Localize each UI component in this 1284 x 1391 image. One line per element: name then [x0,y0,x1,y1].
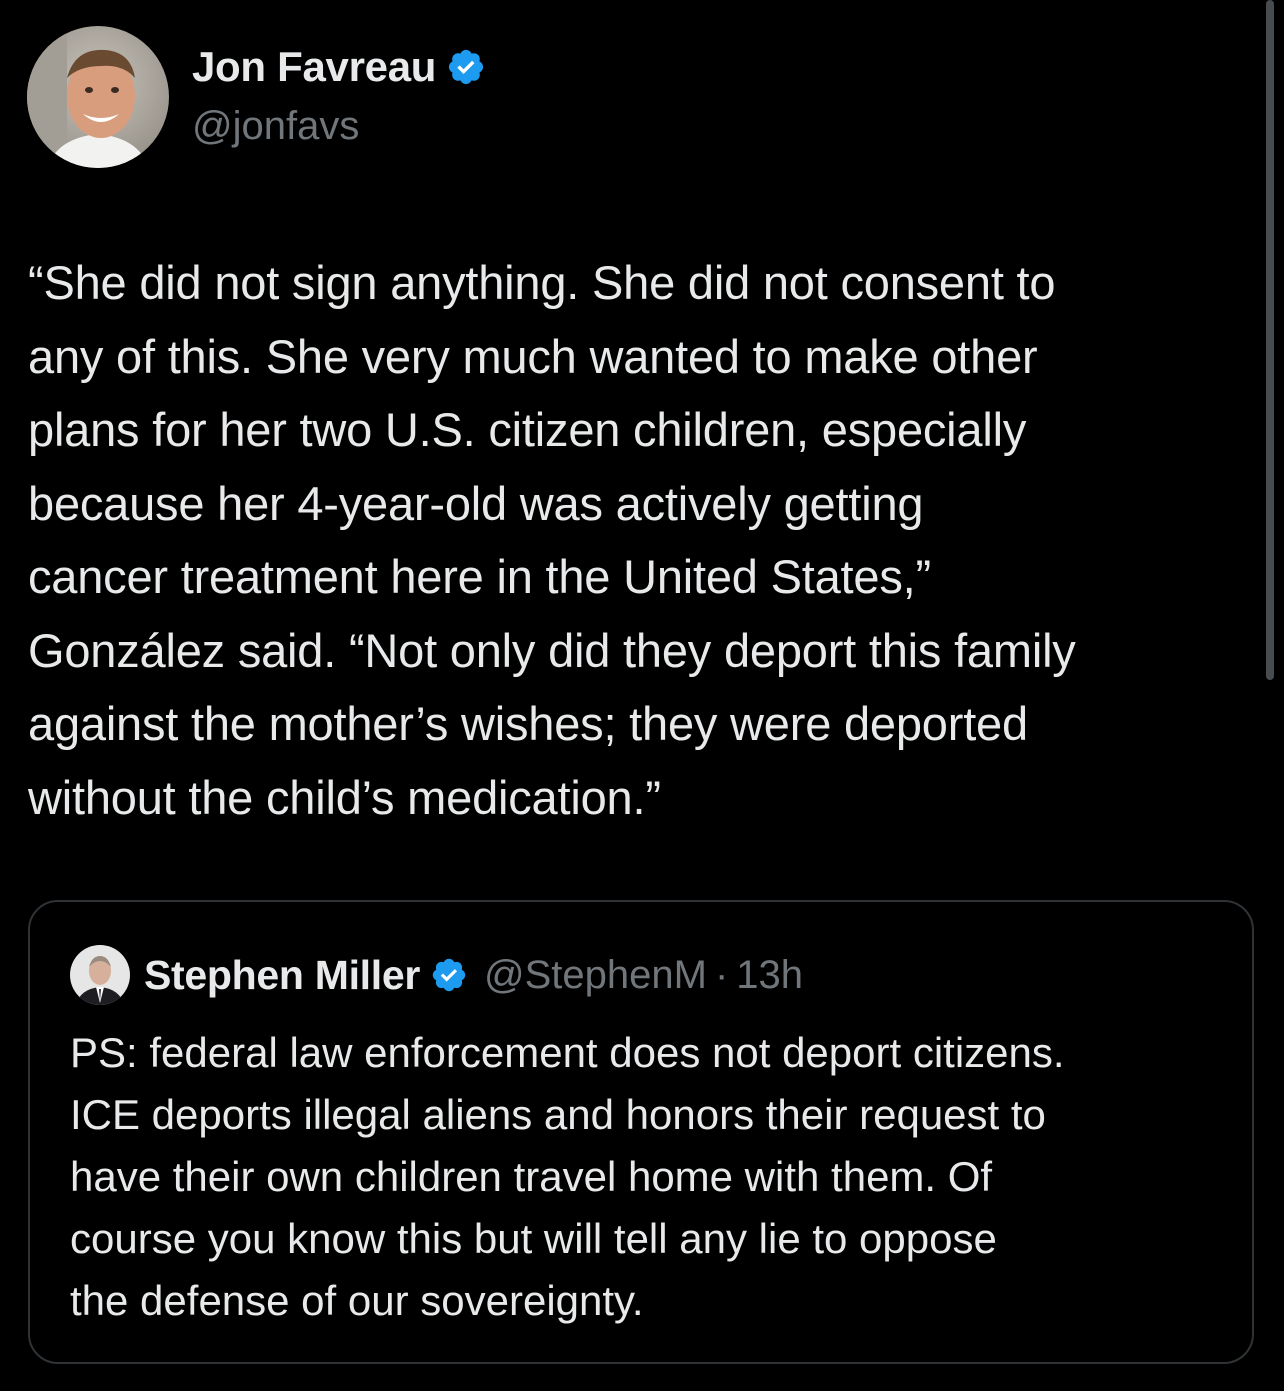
author-avatar[interactable] [27,26,169,168]
author-handle[interactable]: @jonfavs [192,104,359,149]
quoted-author-name[interactable]: Stephen Miller [144,952,420,999]
author-name-row: Jon Favreau [192,38,486,96]
quoted-author-avatar[interactable] [70,945,130,1005]
author-name[interactable]: Jon Favreau [192,43,436,91]
quoted-tweet-header: Stephen Miller @StephenM · 13h [70,942,803,1008]
quoted-tweet-time[interactable]: 13h [736,953,803,998]
quoted-tweet-card[interactable]: Stephen Miller @StephenM · 13h PS: feder… [28,900,1254,1364]
verified-badge-icon [430,956,468,994]
tweet-text: “She did not sign anything. She did not … [28,256,1076,824]
quoted-tweet-text: PS: federal law enforcement does not dep… [70,1029,1065,1324]
quoted-author-handle[interactable]: @StephenM [484,953,707,998]
scrollbar[interactable] [1266,0,1274,680]
verified-badge-icon [446,47,486,87]
tweet: Jon Favreau @jonfavs “She did not sign a… [0,0,1284,1391]
separator-dot: · [714,952,729,997]
